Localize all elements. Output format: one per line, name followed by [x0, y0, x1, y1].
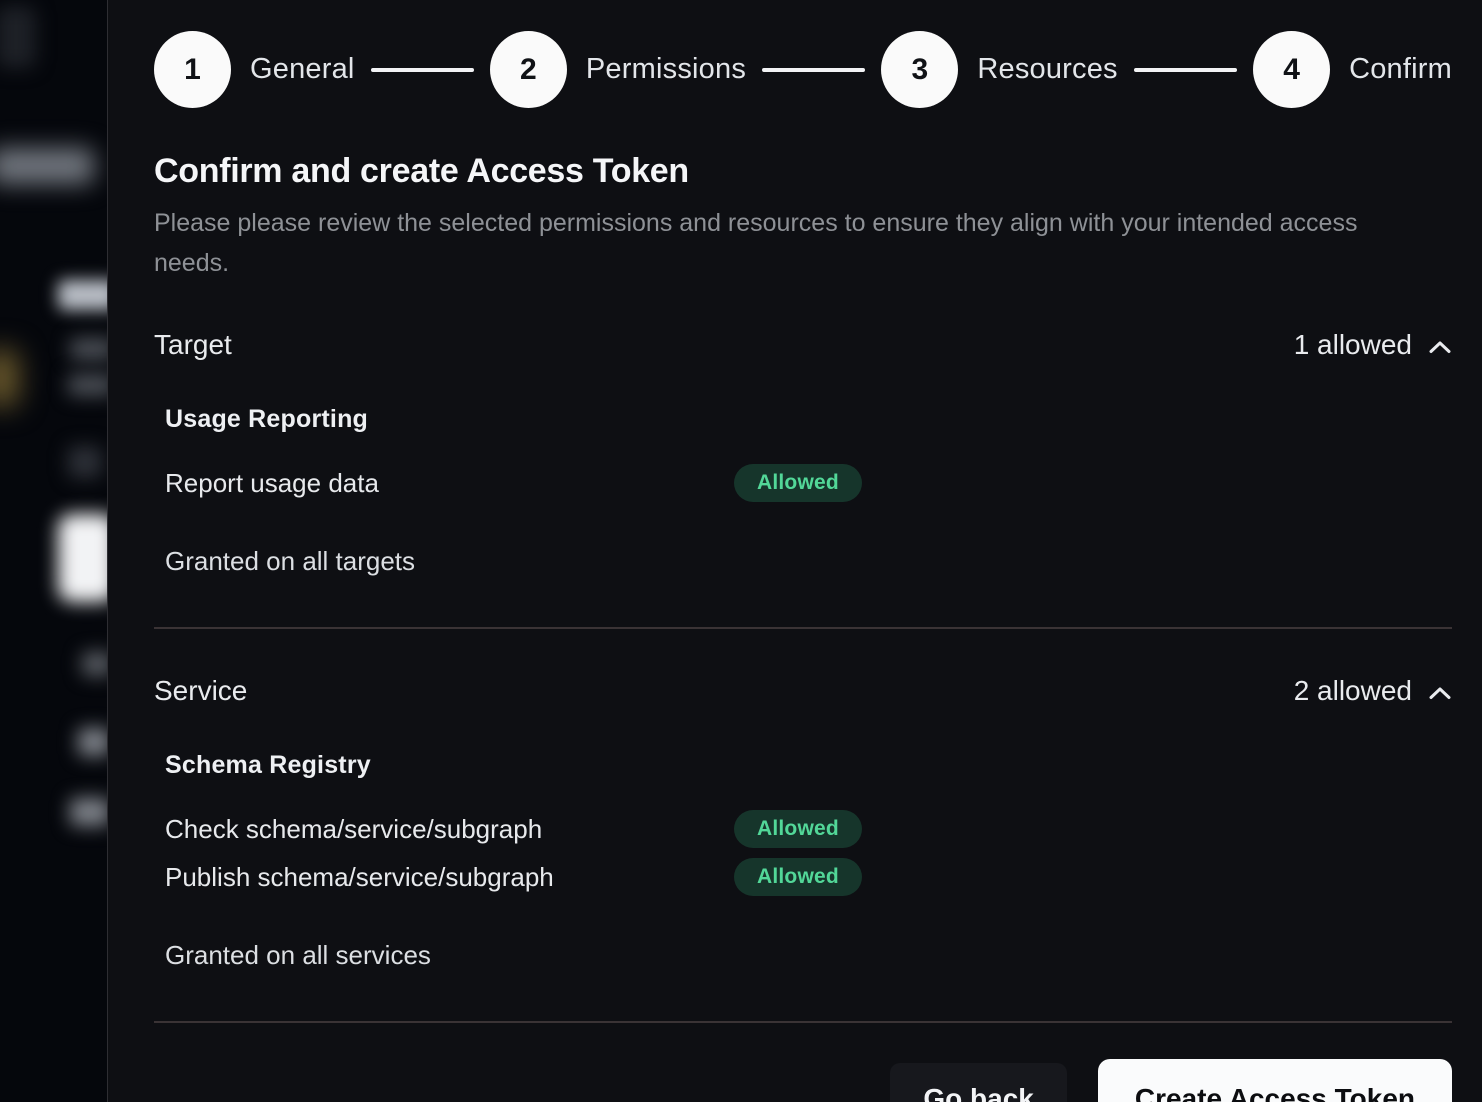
status-badge: Allowed [734, 810, 862, 848]
page-title: Confirm and create Access Token [154, 152, 1452, 191]
group-heading: Usage Reporting [165, 405, 1452, 434]
target-collapse-toggle[interactable]: 1 allowed [1294, 329, 1452, 361]
wizard-stepper: 1 General 2 Permissions 3 Resources 4 Co… [154, 31, 1452, 108]
section-name: Target [154, 329, 232, 361]
section-name: Service [154, 675, 247, 707]
granted-note: Granted on all services [165, 940, 1452, 971]
step-number-badge: 3 [881, 31, 958, 108]
footer-divider [154, 1021, 1452, 1023]
service-collapse-toggle[interactable]: 2 allowed [1294, 675, 1452, 707]
permission-label: Report usage data [165, 468, 734, 499]
chevron-up-icon [1428, 685, 1452, 701]
blurred-element [0, 148, 94, 184]
modal-footer: Go back Create Access Token [154, 1059, 1452, 1102]
step-number-badge: 2 [490, 31, 567, 108]
allowed-count: 2 allowed [1294, 675, 1412, 707]
blurred-element [58, 514, 107, 602]
blurred-element [0, 350, 18, 406]
step-label: Resources [977, 53, 1117, 86]
step-connector [371, 68, 474, 72]
permission-label: Publish schema/service/subgraph [165, 862, 734, 893]
blurred-element [0, 6, 36, 68]
permission-group-schema-registry: Schema Registry Check schema/service/sub… [165, 751, 1452, 896]
granted-note: Granted on all targets [165, 546, 1452, 577]
step-label: Confirm [1349, 53, 1452, 86]
status-badge: Allowed [734, 858, 862, 896]
permission-list: Check schema/service/subgraph Allowed Pu… [165, 810, 1452, 896]
group-heading: Schema Registry [165, 751, 1452, 780]
blurred-element [70, 338, 107, 360]
step-resources[interactable]: 3 Resources [881, 31, 1117, 108]
go-back-button[interactable]: Go back [890, 1063, 1066, 1102]
step-connector [762, 68, 865, 72]
step-permissions[interactable]: 2 Permissions [490, 31, 746, 108]
step-number-badge: 1 [154, 31, 231, 108]
blurred-element [68, 446, 102, 478]
step-label: Permissions [586, 53, 746, 86]
step-confirm[interactable]: 4 Confirm [1253, 31, 1452, 108]
step-connector [1134, 68, 1237, 72]
step-number-badge: 4 [1253, 31, 1330, 108]
create-access-token-modal: 1 General 2 Permissions 3 Resources 4 Co… [107, 0, 1482, 1102]
permission-row: Check schema/service/subgraph Allowed [165, 810, 1452, 848]
section-divider [154, 627, 1452, 629]
status-badge: Allowed [734, 464, 862, 502]
step-general[interactable]: 1 General [154, 31, 355, 108]
chevron-up-icon [1428, 339, 1452, 355]
permission-row: Report usage data Allowed [165, 464, 1452, 502]
blurred-element [82, 652, 107, 676]
section-header-service: Service 2 allowed [154, 675, 1452, 707]
permission-group-usage-reporting: Usage Reporting Report usage data Allowe… [165, 405, 1452, 502]
step-label: General [250, 53, 355, 86]
blurred-element [68, 374, 107, 396]
blurred-background [0, 0, 107, 1102]
blurred-element [58, 280, 107, 310]
allowed-count: 1 allowed [1294, 329, 1412, 361]
permission-label: Check schema/service/subgraph [165, 814, 734, 845]
section-header-target: Target 1 allowed [154, 329, 1452, 361]
permission-list: Report usage data Allowed [165, 464, 1452, 502]
permission-row: Publish schema/service/subgraph Allowed [165, 858, 1452, 896]
blurred-element [78, 728, 107, 756]
blurred-element [70, 798, 107, 826]
page-description: Please please review the selected permis… [154, 203, 1394, 283]
create-access-token-button[interactable]: Create Access Token [1098, 1059, 1452, 1102]
